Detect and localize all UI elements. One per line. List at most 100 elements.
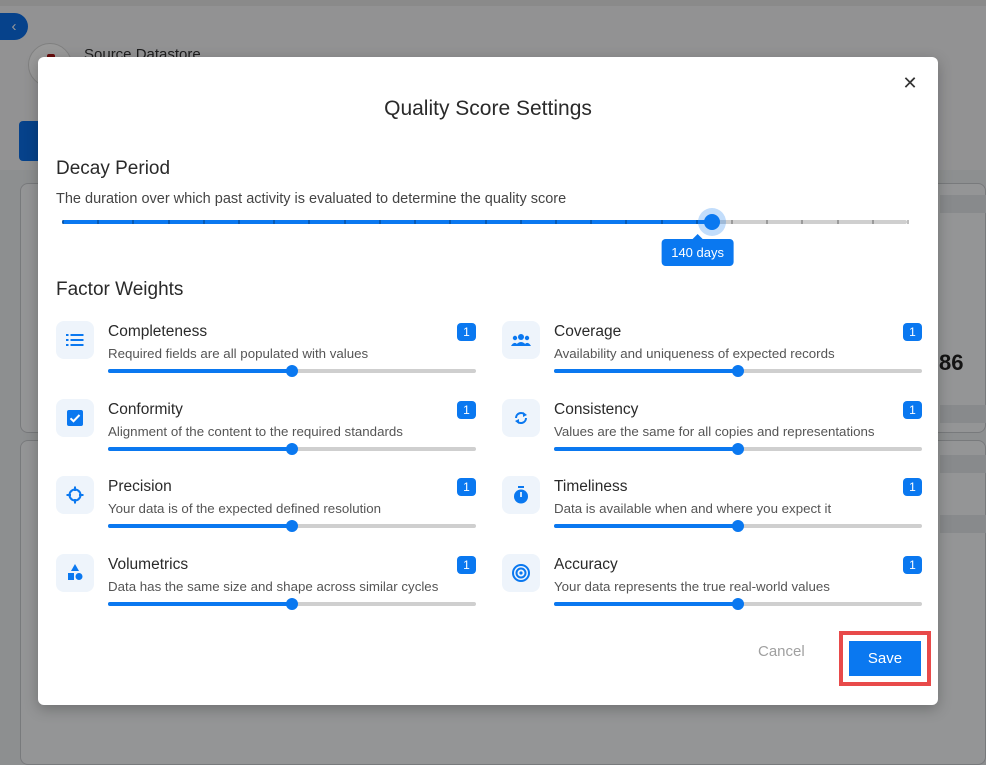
volumetrics-weight-slider[interactable]	[108, 597, 476, 610]
decay-period-description: The duration over which past activity is…	[56, 191, 567, 207]
factor-name: Conformity	[108, 400, 183, 418]
factor-weight-badge: 1	[457, 323, 476, 341]
users-icon	[502, 321, 540, 359]
slider-track	[62, 220, 712, 224]
crosshair-icon	[56, 476, 94, 514]
factor-name: Completeness	[108, 323, 208, 340]
factor-name: Volumetrics	[108, 555, 189, 573]
slider-tick	[308, 220, 311, 224]
slider-track	[554, 524, 738, 528]
factor-weight-badge: 1	[903, 323, 922, 341]
decay-period-title: Decay Period	[56, 158, 171, 179]
slider-thumb[interactable]	[732, 365, 744, 377]
consistency-weight-slider[interactable]	[554, 442, 922, 455]
checkbox-icon	[56, 398, 94, 437]
factor-description: Data is available when and where you exp…	[554, 501, 832, 516]
factor-description: Required fields are all populated with v…	[108, 346, 369, 361]
slider-track	[554, 369, 738, 373]
slider-tick	[660, 220, 663, 224]
coverage-weight-slider[interactable]	[554, 365, 922, 377]
factor-weight-badge: 1	[457, 478, 476, 496]
slider-thumb[interactable]	[732, 442, 744, 455]
slider-thumb[interactable]	[703, 214, 720, 230]
slider-tick	[238, 220, 241, 224]
slider-tick	[414, 220, 417, 224]
stopwatch-icon	[502, 476, 540, 514]
slider-track	[108, 601, 292, 606]
target-icon	[502, 553, 540, 592]
factor-weight-badge: 1	[457, 555, 476, 574]
slider-tick	[695, 220, 698, 224]
slider-thumb[interactable]	[286, 365, 298, 377]
close-icon: ✕	[902, 72, 918, 93]
slider-tick	[871, 220, 874, 224]
list-icon	[56, 321, 94, 359]
factor-description: Data has the same size and shape across …	[108, 578, 439, 594]
slider-thumb[interactable]	[732, 520, 744, 532]
slider-tick	[273, 220, 276, 224]
slider-track	[554, 446, 738, 451]
slider-tick	[590, 220, 593, 224]
slider-tick	[343, 220, 346, 224]
factor-coverage: Coverage Availability and uniqueness of e…	[502, 318, 922, 388]
slider-tick	[202, 220, 205, 224]
factor-accuracy: Accuracy Your data represents the true re…	[502, 551, 922, 621]
completeness-weight-slider[interactable]	[108, 365, 476, 377]
factor-completeness: Completeness Required fields are all popu…	[56, 318, 476, 388]
factor-name: Timeliness	[554, 478, 628, 495]
factor-weights-title: Factor Weights	[56, 279, 184, 300]
slider-tick	[907, 220, 909, 224]
factor-consistency: Consistency Values are the same for all c…	[502, 396, 922, 466]
slider-track	[108, 524, 292, 528]
dialog-title: Quality Score Settings	[384, 97, 592, 120]
slider-tick	[766, 220, 769, 224]
slider-tick	[62, 220, 64, 224]
factor-description: Your data is of the expected defined res…	[108, 501, 382, 516]
slider-thumb[interactable]	[732, 597, 744, 610]
factor-name: Coverage	[554, 323, 622, 340]
slider-tick	[625, 220, 628, 224]
slider-track	[108, 369, 292, 373]
factor-volumetrics: Volumetrics Data has the same size and sh…	[56, 551, 476, 621]
factor-weight-badge: 1	[903, 478, 922, 496]
slider-thumb[interactable]	[286, 442, 298, 455]
slider-tick	[519, 220, 522, 224]
factor-description: Alignment of the content to the required…	[108, 423, 403, 439]
factor-timeliness: Timeliness Data is available when and whe…	[502, 473, 922, 543]
factor-name: Accuracy	[554, 555, 618, 573]
shapes-icon	[56, 553, 94, 592]
decay-period-slider[interactable]: 140 days	[62, 214, 909, 266]
sync-icon	[502, 398, 540, 437]
accuracy-weight-slider[interactable]	[554, 597, 922, 610]
slider-tick	[167, 220, 170, 224]
factor-description: Your data represents the true real-world…	[554, 578, 830, 594]
conformity-weight-slider[interactable]	[108, 442, 476, 455]
factor-name: Consistency	[554, 400, 639, 418]
slider-tick	[132, 220, 135, 224]
slider-thumb[interactable]	[286, 520, 298, 532]
slider-tick	[449, 220, 452, 224]
slider-tick	[554, 220, 557, 224]
factor-weight-badge: 1	[903, 400, 922, 419]
slider-tick	[801, 220, 804, 224]
slider-value-label: 140 days	[661, 234, 734, 266]
factor-weight-badge: 1	[457, 400, 476, 419]
timeliness-weight-slider[interactable]	[554, 520, 922, 532]
precision-weight-slider[interactable]	[108, 520, 476, 532]
factor-description: Values are the same for all copies and r…	[554, 423, 875, 439]
slider-tick	[97, 220, 100, 224]
quality-score-settings-dialog: ✕ Quality Score Settings Decay Period Th…	[38, 57, 938, 705]
cancel-button[interactable]: Cancel	[758, 643, 805, 660]
close-button[interactable]: ✕	[900, 73, 920, 93]
slider-track	[554, 601, 738, 606]
factor-conformity: Conformity Alignment of the content to th…	[56, 396, 476, 466]
slider-thumb[interactable]	[286, 597, 298, 610]
slider-tick	[378, 220, 381, 224]
factor-description: Availability and uniqueness of expected …	[554, 346, 835, 361]
factor-precision: Precision Your data is of the expected de…	[56, 473, 476, 543]
save-button[interactable]: Save	[849, 641, 921, 676]
slider-tick	[836, 220, 839, 224]
slider-track	[108, 446, 292, 451]
slider-tick	[730, 220, 733, 224]
slider-tick	[484, 220, 487, 224]
